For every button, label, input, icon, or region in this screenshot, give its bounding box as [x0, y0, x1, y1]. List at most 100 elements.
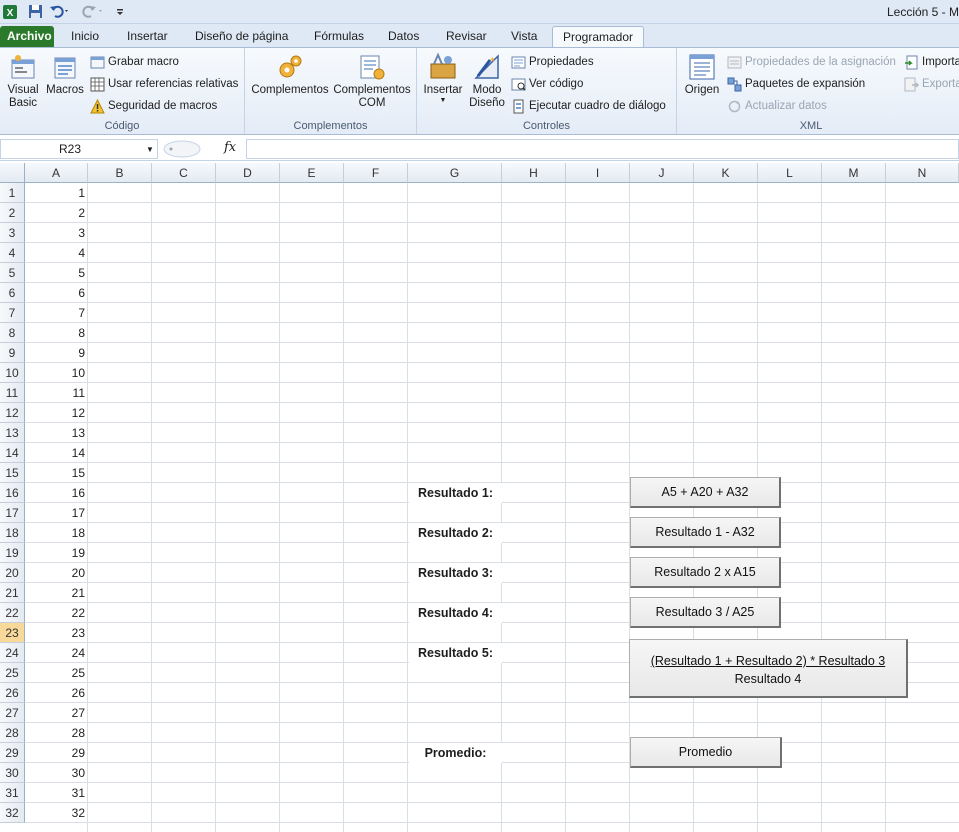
propiedades-button[interactable]: Propiedades	[511, 53, 594, 71]
tab-inicio[interactable]: Inicio	[63, 26, 107, 47]
row-header-12[interactable]: 12	[0, 403, 25, 423]
cell-a16[interactable]: 16	[26, 483, 88, 503]
ejecutar-dialogo-button[interactable]: Ejecutar cuadro de diálogo	[511, 97, 666, 115]
column-header-h[interactable]: H	[502, 163, 566, 183]
importar-button[interactable]: Importar	[904, 53, 959, 71]
row-header-4[interactable]: 4	[0, 243, 25, 263]
row-header-9[interactable]: 9	[0, 343, 25, 363]
cell-a25[interactable]: 25	[26, 663, 88, 683]
cell-a23[interactable]: 23	[26, 623, 88, 643]
row-header-16[interactable]: 16	[0, 483, 25, 503]
row-header-27[interactable]: 27	[0, 703, 25, 723]
column-header-c[interactable]: C	[152, 163, 216, 183]
row-header-11[interactable]: 11	[0, 383, 25, 403]
cell-a21[interactable]: 21	[26, 583, 88, 603]
save-icon[interactable]	[27, 3, 43, 20]
cell-a1[interactable]: 1	[26, 183, 88, 203]
tab-insertar[interactable]: Insertar	[119, 26, 176, 47]
complementos-com-button[interactable]: Complementos COM	[332, 52, 412, 110]
modo-diseno-button[interactable]: Modo Diseño	[467, 52, 507, 110]
row-header-2[interactable]: 2	[0, 203, 25, 223]
row-header-23[interactable]: 23	[0, 623, 25, 643]
visual-basic-button[interactable]: Visual Basic	[3, 52, 43, 110]
cell-a14[interactable]: 14	[26, 443, 88, 463]
macros-button[interactable]: Macros	[45, 52, 85, 97]
button-resultado-3-a25[interactable]: Resultado 3 / A25	[630, 597, 781, 628]
tab-revisar[interactable]: Revisar	[438, 26, 495, 47]
name-box-dropdown-icon[interactable]: ▼	[146, 145, 154, 154]
ver-codigo-button[interactable]: Ver código	[511, 75, 583, 93]
button-resultado-1-a32[interactable]: Resultado 1 - A32	[630, 517, 781, 548]
row-header-21[interactable]: 21	[0, 583, 25, 603]
cell-a27[interactable]: 27	[26, 703, 88, 723]
tab-diseno-pagina[interactable]: Diseño de página	[187, 26, 296, 47]
button-promedio[interactable]: Promedio	[630, 737, 782, 768]
tab-datos[interactable]: Datos	[380, 26, 427, 47]
column-header-b[interactable]: B	[88, 163, 152, 183]
column-header-f[interactable]: F	[344, 163, 408, 183]
row-header-30[interactable]: 30	[0, 763, 25, 783]
row-header-15[interactable]: 15	[0, 463, 25, 483]
row-header-8[interactable]: 8	[0, 323, 25, 343]
cell-a26[interactable]: 26	[26, 683, 88, 703]
complementos-button[interactable]: Complementos	[250, 52, 330, 97]
redo-icon[interactable]	[80, 3, 106, 20]
column-header-a[interactable]: A	[25, 163, 88, 183]
column-header-i[interactable]: I	[566, 163, 630, 183]
cell-a4[interactable]: 4	[26, 243, 88, 263]
paquetes-expansion-button[interactable]: Paquetes de expansión	[727, 75, 865, 93]
column-header-e[interactable]: E	[280, 163, 344, 183]
cell-a29[interactable]: 29	[26, 743, 88, 763]
tab-formulas[interactable]: Fórmulas	[306, 26, 372, 47]
button-a5-a20-a32[interactable]: A5 + A20 + A32	[630, 477, 781, 508]
row-header-29[interactable]: 29	[0, 743, 25, 763]
row-header-22[interactable]: 22	[0, 603, 25, 623]
undo-icon[interactable]	[48, 3, 72, 20]
origen-button[interactable]: Origen	[681, 52, 723, 97]
exportar-button[interactable]: Exportar	[904, 75, 959, 93]
row-header-13[interactable]: 13	[0, 423, 25, 443]
name-box[interactable]: R23	[0, 139, 158, 159]
column-header-l[interactable]: L	[758, 163, 822, 183]
cell-a24[interactable]: 24	[26, 643, 88, 663]
cell-a32[interactable]: 32	[26, 803, 88, 823]
cell-a5[interactable]: 5	[26, 263, 88, 283]
grabar-macro-button[interactable]: Grabar macro	[90, 53, 179, 71]
formula-input[interactable]	[246, 139, 959, 159]
row-header-17[interactable]: 17	[0, 503, 25, 523]
row-header-28[interactable]: 28	[0, 723, 25, 743]
cell-a20[interactable]: 20	[26, 563, 88, 583]
select-all-corner[interactable]	[0, 163, 25, 183]
insertar-control-button[interactable]: Insertar ▼	[421, 52, 465, 105]
cell-a12[interactable]: 12	[26, 403, 88, 423]
row-header-24[interactable]: 24	[0, 643, 25, 663]
cell-a15[interactable]: 15	[26, 463, 88, 483]
cell-a30[interactable]: 30	[26, 763, 88, 783]
button-resultado-5[interactable]: (Resultado 1 + Resultado 2) * Resultado …	[629, 639, 908, 698]
cell-a17[interactable]: 17	[26, 503, 88, 523]
cell-a7[interactable]: 7	[26, 303, 88, 323]
cell-a2[interactable]: 2	[26, 203, 88, 223]
row-header-20[interactable]: 20	[0, 563, 25, 583]
insert-function-icon[interactable]: fx	[224, 140, 236, 155]
column-header-k[interactable]: K	[694, 163, 758, 183]
column-header-g[interactable]: G	[408, 163, 502, 183]
cell-a19[interactable]: 19	[26, 543, 88, 563]
column-header-n[interactable]: N	[886, 163, 959, 183]
cell-a31[interactable]: 31	[26, 783, 88, 803]
cell-a18[interactable]: 18	[26, 523, 88, 543]
row-header-14[interactable]: 14	[0, 443, 25, 463]
column-header-d[interactable]: D	[216, 163, 280, 183]
cell-a10[interactable]: 10	[26, 363, 88, 383]
usar-referencias-button[interactable]: Usar referencias relativas	[90, 75, 238, 93]
row-header-3[interactable]: 3	[0, 223, 25, 243]
cell-a13[interactable]: 13	[26, 423, 88, 443]
cell-a22[interactable]: 22	[26, 603, 88, 623]
row-header-26[interactable]: 26	[0, 683, 25, 703]
cell-a11[interactable]: 11	[26, 383, 88, 403]
column-header-m[interactable]: M	[822, 163, 886, 183]
column-header-j[interactable]: J	[630, 163, 694, 183]
row-header-10[interactable]: 10	[0, 363, 25, 383]
row-header-5[interactable]: 5	[0, 263, 25, 283]
row-header-19[interactable]: 19	[0, 543, 25, 563]
